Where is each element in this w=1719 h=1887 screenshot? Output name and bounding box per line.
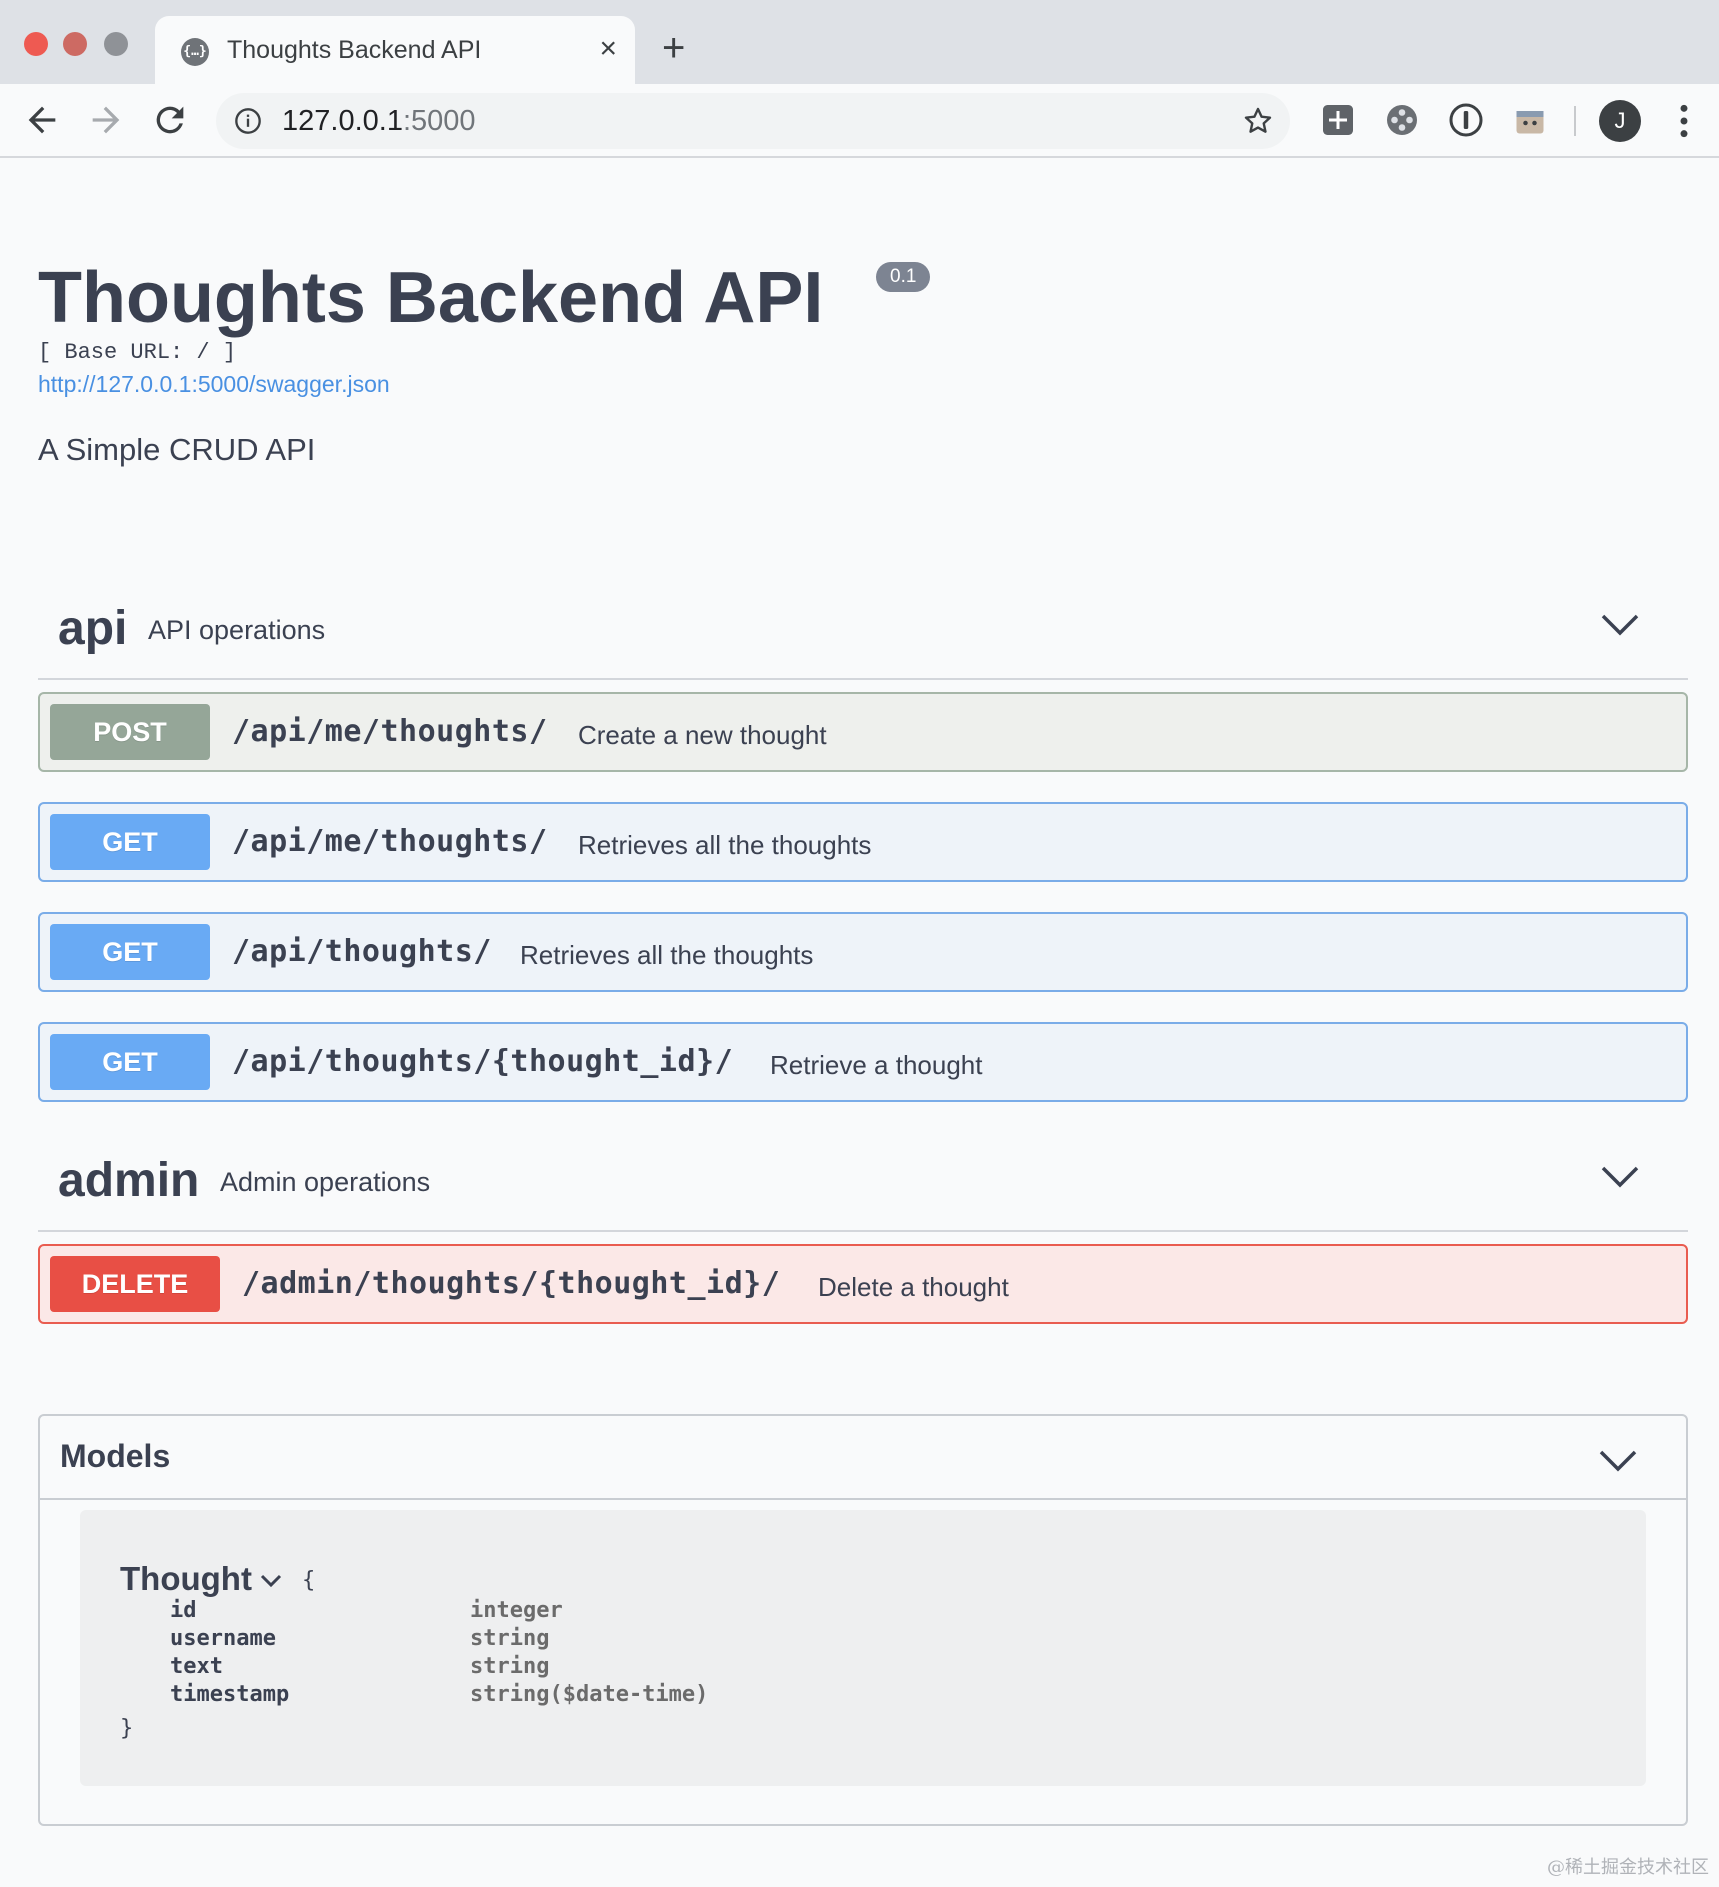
property-type: string bbox=[470, 1654, 550, 1679]
bookmark-star-icon[interactable] bbox=[1242, 105, 1274, 137]
models-section: Models Thought { id integer username str… bbox=[38, 1414, 1688, 1826]
method-badge-delete: DELETE bbox=[50, 1256, 220, 1312]
operation-post-me-thoughts[interactable]: POST /api/me/thoughts/ Create a new thou… bbox=[38, 692, 1688, 772]
operation-path: /api/me/thoughts/ bbox=[232, 714, 548, 749]
back-arrow-icon[interactable] bbox=[22, 100, 62, 140]
property-type: string($date-time) bbox=[470, 1682, 709, 1707]
tab-close-icon[interactable]: × bbox=[599, 34, 617, 64]
operation-summary: Retrieves all the thoughts bbox=[578, 830, 872, 860]
property-name: timestamp bbox=[170, 1682, 290, 1707]
chevron-down-icon[interactable] bbox=[260, 1574, 282, 1588]
property-name: text bbox=[170, 1654, 223, 1679]
base-url: [ Base URL: / ] bbox=[38, 340, 237, 365]
browser-menu-icon[interactable] bbox=[1672, 102, 1696, 140]
api-info: Thoughts Backend API 0.1 [ Base URL: / ]… bbox=[38, 258, 1678, 468]
tab-title: Thoughts Backend API bbox=[227, 36, 482, 64]
tag-section-admin: admin Admin operations DELETE /admin/tho… bbox=[38, 1132, 1688, 1324]
tag-description: API operations bbox=[148, 615, 326, 645]
page-title: Thoughts Backend API bbox=[38, 258, 824, 338]
reload-icon[interactable] bbox=[150, 100, 190, 140]
maximize-window-button[interactable] bbox=[104, 32, 128, 56]
close-window-button[interactable] bbox=[24, 32, 48, 56]
operation-summary: Create a new thought bbox=[578, 720, 827, 750]
property-type: integer bbox=[470, 1598, 563, 1623]
minimize-window-button[interactable] bbox=[63, 32, 87, 56]
models-title: Models bbox=[60, 1438, 171, 1474]
browser-tab-bar: {…} Thoughts Backend API × + bbox=[0, 0, 1719, 84]
tag-section-api: api API operations POST /api/me/thoughts… bbox=[38, 580, 1688, 1102]
api-description: A Simple CRUD API bbox=[38, 432, 316, 467]
url-text[interactable]: 127.0.0.1:5000 bbox=[282, 105, 476, 138]
model-name[interactable]: Thought bbox=[120, 1560, 252, 1598]
address-bar[interactable]: 127.0.0.1:5000 bbox=[216, 93, 1290, 149]
forward-arrow-icon[interactable] bbox=[86, 100, 126, 140]
model-thought: Thought { id integer username string tex… bbox=[80, 1510, 1646, 1786]
method-badge-post: POST bbox=[50, 704, 210, 760]
property-name: id bbox=[170, 1598, 197, 1623]
operation-summary: Retrieve a thought bbox=[770, 1050, 983, 1080]
operation-get-thoughts[interactable]: GET /api/thoughts/ Retrieves all the tho… bbox=[38, 912, 1688, 992]
operation-get-thought-by-id[interactable]: GET /api/thoughts/{thought_id}/ Retrieve… bbox=[38, 1022, 1688, 1102]
property-name: username bbox=[170, 1626, 276, 1651]
operation-path: /admin/thoughts/{thought_id}/ bbox=[242, 1266, 781, 1301]
tag-name: admin bbox=[58, 1154, 200, 1207]
toolbar-separator bbox=[1574, 106, 1576, 136]
site-info-icon[interactable] bbox=[234, 107, 262, 135]
version-badge: 0.1 bbox=[876, 262, 931, 292]
new-tab-button[interactable]: + bbox=[662, 28, 685, 68]
method-badge-get: GET bbox=[50, 1034, 210, 1090]
tag-header-api[interactable]: api API operations bbox=[38, 580, 1688, 680]
operation-summary: Delete a thought bbox=[818, 1272, 1009, 1302]
tag-description: Admin operations bbox=[220, 1167, 431, 1197]
profile-avatar[interactable]: J bbox=[1599, 100, 1641, 142]
browser-toolbar: 127.0.0.1:5000 J bbox=[0, 84, 1719, 158]
method-badge-get: GET bbox=[50, 924, 210, 980]
open-brace: { bbox=[302, 1568, 316, 1593]
extension-password-icon[interactable] bbox=[1448, 102, 1484, 138]
close-brace: } bbox=[120, 1716, 134, 1741]
chevron-down-icon[interactable] bbox=[1600, 612, 1640, 638]
chevron-down-icon[interactable] bbox=[1598, 1448, 1638, 1474]
operation-get-me-thoughts[interactable]: GET /api/me/thoughts/ Retrieves all the … bbox=[38, 802, 1688, 882]
method-badge-get: GET bbox=[50, 814, 210, 870]
extension-film-reel-icon[interactable] bbox=[1384, 102, 1420, 138]
tag-header-admin[interactable]: admin Admin operations bbox=[38, 1132, 1688, 1232]
chevron-down-icon[interactable] bbox=[1600, 1164, 1640, 1190]
extension-plus-icon[interactable] bbox=[1320, 102, 1356, 138]
models-header[interactable]: Models bbox=[40, 1416, 1686, 1500]
tag-name: api bbox=[58, 602, 128, 655]
watermark: @稀土掘金技术社区 bbox=[1547, 1857, 1709, 1878]
property-type: string bbox=[470, 1626, 550, 1651]
swagger-json-link[interactable]: http://127.0.0.1:5000/swagger.json bbox=[38, 371, 1678, 398]
operation-summary: Retrieves all the thoughts bbox=[520, 940, 814, 970]
swagger-favicon-icon: {…} bbox=[181, 38, 209, 66]
browser-tab[interactable]: {…} Thoughts Backend API × bbox=[155, 16, 635, 84]
operation-path: /api/thoughts/{thought_id}/ bbox=[232, 1044, 734, 1079]
extension-robot-icon[interactable] bbox=[1512, 102, 1548, 138]
operation-path: /api/me/thoughts/ bbox=[232, 824, 548, 859]
operation-path: /api/thoughts/ bbox=[232, 934, 492, 969]
operation-delete-thought[interactable]: DELETE /admin/thoughts/{thought_id}/ Del… bbox=[38, 1244, 1688, 1324]
